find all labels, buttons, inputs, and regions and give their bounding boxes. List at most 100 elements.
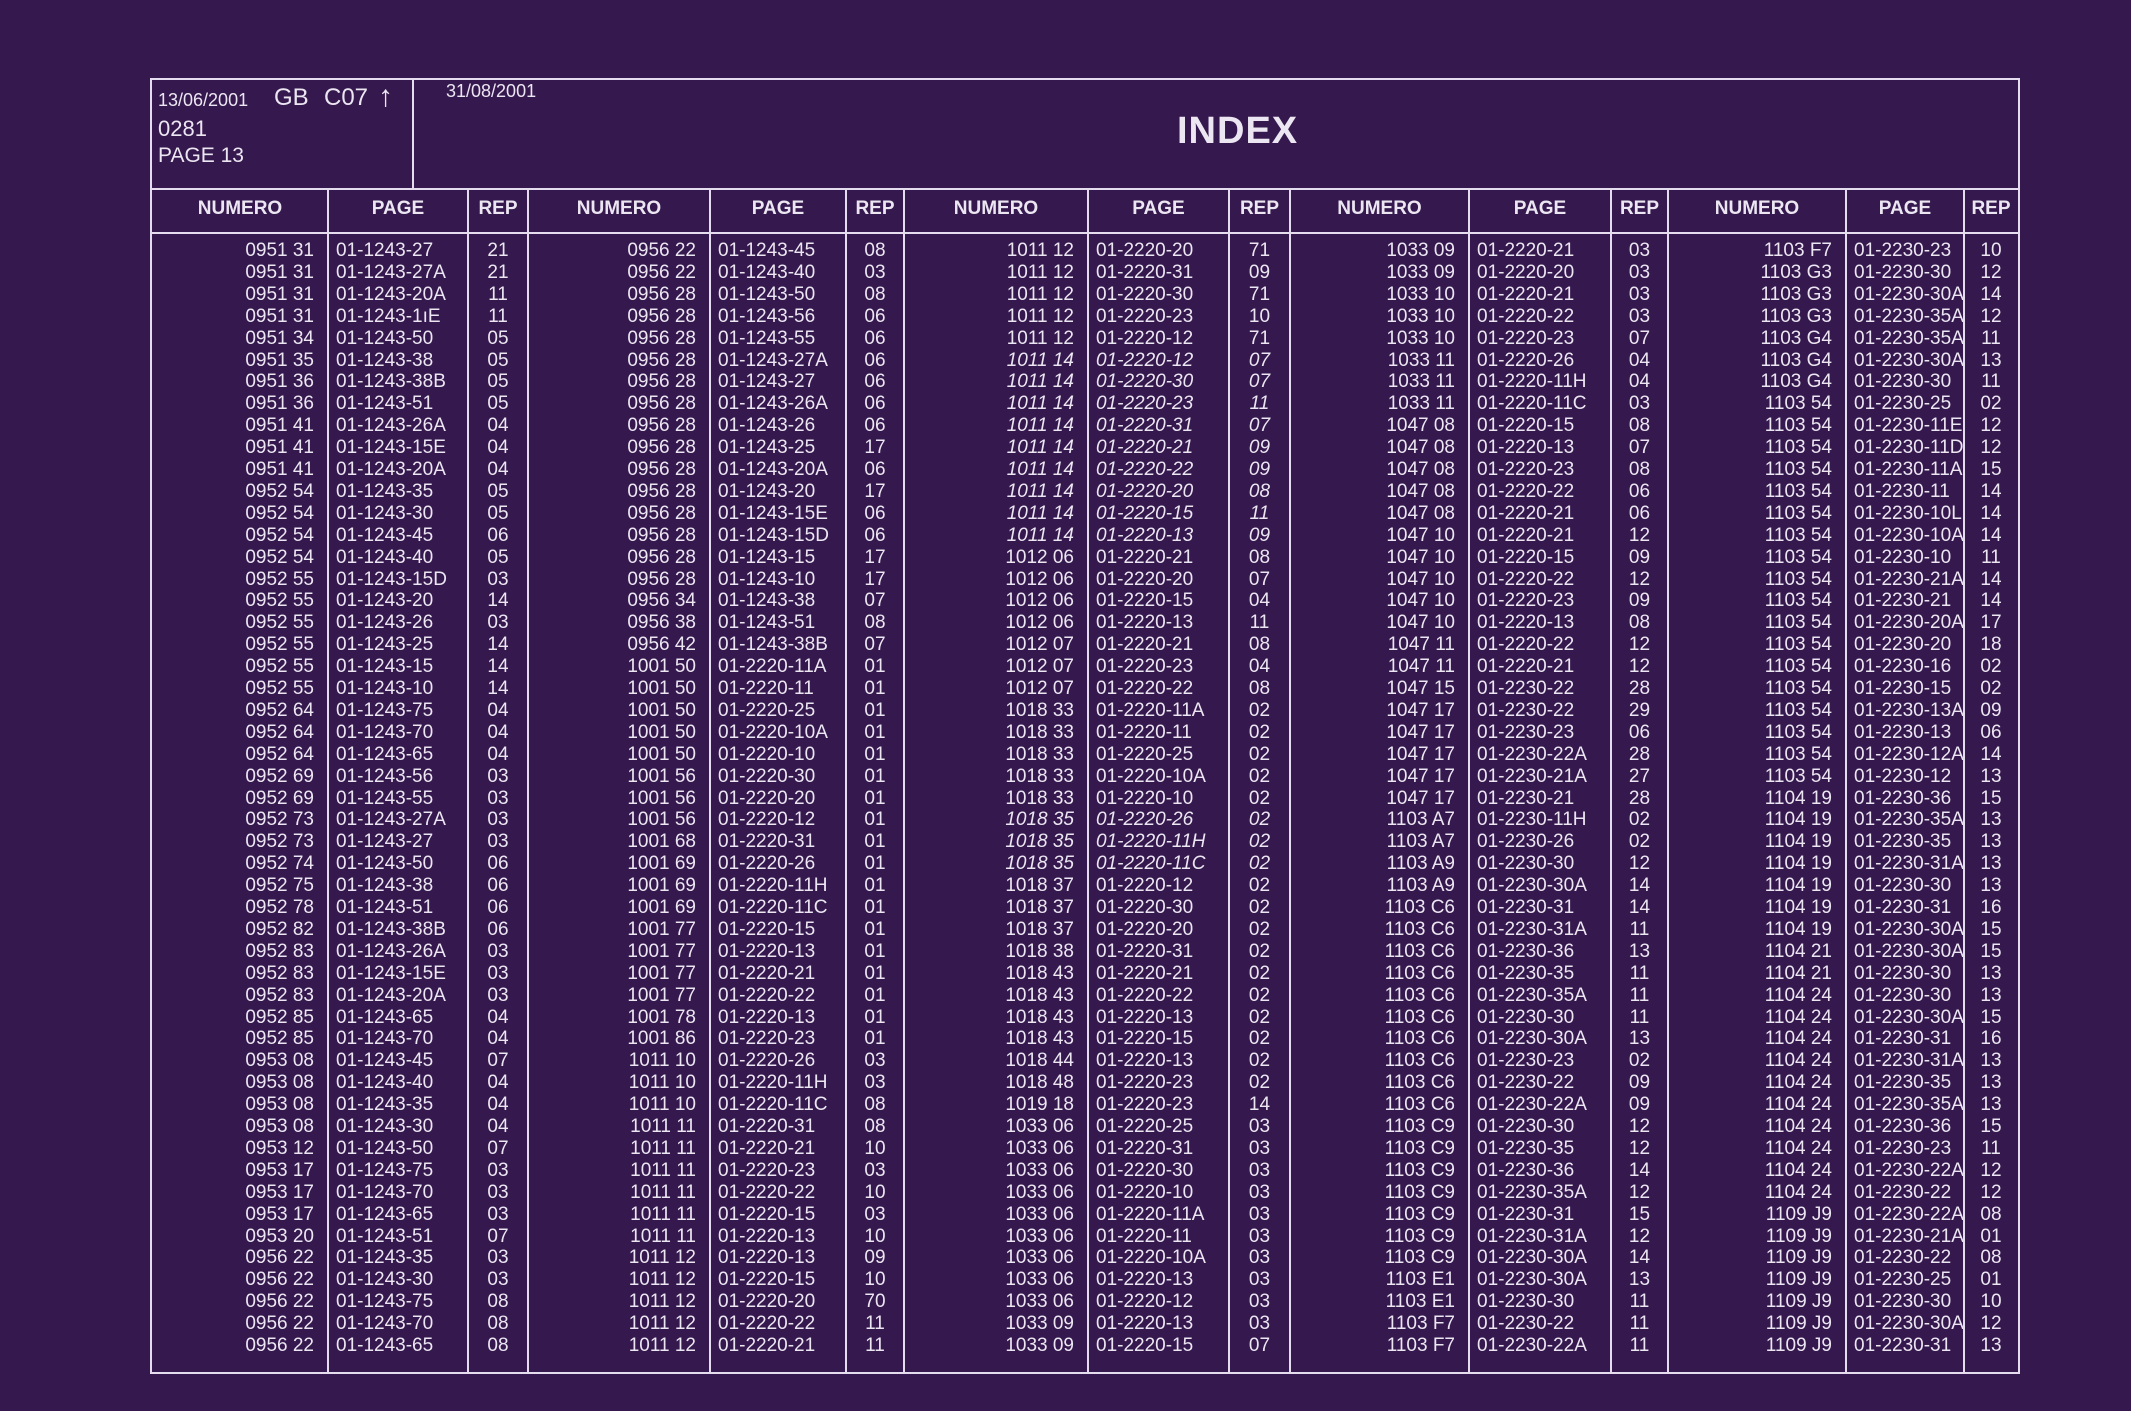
table-cell-rep: 06 — [864, 524, 886, 546]
table-cell-page: 01-2220-13 — [718, 1247, 816, 1269]
table-cell-rep: 03 — [487, 1181, 509, 1203]
table-cell-page: 01-2220-10A — [718, 721, 828, 743]
table-cell-rep: 15 — [1980, 787, 2002, 809]
table-cell-numero: 1033 11 — [1387, 393, 1455, 415]
table-cell-numero: 0951 31 — [245, 305, 314, 327]
table-cell-page: 01-2220-30 — [1096, 371, 1194, 393]
column-header-rep: REP — [855, 198, 895, 219]
table-cell-page: 01-1243-45 — [336, 524, 434, 546]
table-cell-rep: 03 — [487, 787, 509, 809]
table-cell-numero: 1047 08 — [1386, 415, 1455, 437]
table-cell-page: 01-2220-21 — [1477, 502, 1575, 524]
table-cell-page: 01-2220-13 — [1096, 1006, 1194, 1028]
table-cell-page: 01-2220-11H — [718, 875, 828, 897]
table-cell-numero: 1103 C6 — [1384, 1006, 1455, 1028]
table-cell-page: 01-2220-10 — [718, 743, 816, 765]
table-cell-rep: 06 — [864, 393, 886, 415]
table-cell-page: 01-2220-20 — [718, 787, 816, 809]
table-cell-page: 01-1243-20 — [336, 590, 434, 612]
table-cell-numero: 1103 54 — [1764, 590, 1832, 612]
table-cell-numero: 1103 C9 — [1384, 1159, 1455, 1181]
table-cell-rep: 02 — [1248, 743, 1271, 765]
table-cell-page: 01-1243-26 — [336, 612, 434, 634]
table-cell-rep: 01 — [864, 678, 886, 699]
table-cell-numero: 1011 12 — [628, 1269, 696, 1291]
table-cell-page: 01-2230-31 — [1477, 1203, 1575, 1225]
table-cell-page: 01-2230-15 — [1854, 678, 1952, 699]
table-cell-numero: 1018 35 — [1005, 809, 1074, 831]
table-cell-page: 01-2220-13 — [718, 1006, 816, 1028]
table-cell-numero: 0952 54 — [245, 546, 314, 568]
table-cell-page: 01-2230-21A — [1854, 568, 1964, 590]
table-cell-rep: 14 — [487, 656, 509, 678]
table-cell-numero: 1033 06 — [1005, 1116, 1074, 1137]
table-cell-numero: 0953 08 — [245, 1094, 314, 1116]
table-cell-rep: 03 — [487, 940, 509, 962]
table-cell-page: 01-2220-12 — [1096, 327, 1194, 349]
table-cell-rep: 01 — [864, 699, 886, 721]
table-cell-rep: 70 — [864, 1291, 886, 1313]
table-cell-numero: 1011 14 — [1006, 480, 1074, 502]
table-cell-rep: 07 — [864, 590, 886, 612]
table-cell-page: 01-1243-27A — [718, 349, 828, 371]
table-cell-rep: 11 — [1981, 371, 2001, 393]
table-cell-numero: 1033 10 — [1386, 305, 1455, 327]
table-cell-page: 01-2220-20 — [1096, 240, 1194, 261]
table-cell-numero: 0951 36 — [245, 371, 314, 393]
table-cell-numero: 1047 10 — [1386, 546, 1455, 568]
table-cell-page: 01-1243-55 — [718, 327, 816, 349]
table-cell-numero: 1012 07 — [1005, 656, 1074, 678]
table-cell-page: 01-1243-25 — [336, 634, 434, 656]
column-header-numero: NUMERO — [953, 198, 1039, 219]
table-cell-rep: 04 — [487, 415, 509, 437]
table-cell-rep: 12 — [1980, 305, 2002, 327]
table-cell-numero: 1018 38 — [1005, 940, 1074, 962]
table-cell-page: 01-1243-30 — [336, 1116, 434, 1137]
table-cell-page: 01-2220-13 — [718, 1225, 816, 1247]
table-cell-numero: 1103 C9 — [1384, 1116, 1455, 1137]
table-cell-numero: 1018 43 — [1005, 1006, 1074, 1028]
table-cell-rep: 11 — [488, 283, 508, 305]
table-cell-numero: 0952 64 — [245, 743, 314, 765]
table-cell-rep: 06 — [487, 853, 509, 875]
table-cell-numero: 0952 55 — [245, 590, 314, 612]
table-cell-page: 01-2220-20 — [1096, 568, 1194, 590]
table-cell-rep: 14 — [487, 678, 509, 699]
table-cell-page: 01-1243-27 — [336, 240, 434, 261]
table-cell-rep: 06 — [864, 502, 886, 524]
table-cell-numero: 1103 54 — [1764, 699, 1832, 721]
table-cell-rep: 01 — [864, 853, 886, 875]
table-cell-rep: 14 — [1980, 568, 2002, 590]
table-cell-numero: 0953 17 — [245, 1203, 314, 1225]
table-cell-numero: 1047 08 — [1386, 459, 1455, 480]
table-cell-rep: 12 — [1980, 437, 2002, 459]
table-cell-rep: 02 — [1628, 809, 1651, 831]
table-cell-rep: 10 — [864, 1137, 886, 1159]
table-cell-page: 01-2230-30 — [1477, 853, 1575, 875]
table-cell-rep: 04 — [487, 1028, 509, 1050]
table-cell-page: 01-2220-13 — [1096, 1269, 1194, 1291]
table-cell-page: 01-2220-10 — [1096, 787, 1194, 809]
table-cell-page: 01-2220-23 — [1477, 327, 1575, 349]
table-cell-page: 01-1243-20A — [336, 984, 446, 1006]
table-cell-rep: 03 — [1248, 1203, 1271, 1225]
table-cell-numero: 1103 G3 — [1760, 283, 1832, 305]
table-cell-page: 01-2230-22A — [1477, 743, 1587, 765]
table-cell-page: 01-2220-12 — [1096, 1291, 1194, 1313]
table-cell-page: 01-1243-15E — [336, 437, 446, 459]
table-cell-rep: 08 — [1248, 546, 1271, 568]
table-cell-rep: 04 — [487, 1094, 509, 1116]
table-cell-rep: 02 — [1980, 656, 2002, 678]
table-cell-page: 01-2230-36 — [1854, 787, 1952, 809]
table-cell-numero: 1011 12 — [628, 1313, 696, 1335]
table-cell-page: 01-2220-21 — [1096, 546, 1194, 568]
table-cell-numero: 0956 22 — [627, 261, 696, 283]
table-cell-numero: 1001 50 — [627, 678, 696, 699]
table-cell-numero: 1104 24 — [1764, 1028, 1832, 1050]
table-cell-page: 01-2230-35 — [1477, 1137, 1575, 1159]
table-cell-rep: 12 — [1628, 1116, 1651, 1137]
table-cell-numero: 0951 31 — [245, 283, 314, 305]
table-cell-page: 01-2230-22 — [1477, 1313, 1575, 1335]
table-cell-rep: 17 — [864, 437, 886, 459]
table-cell-rep: 08 — [864, 612, 886, 634]
